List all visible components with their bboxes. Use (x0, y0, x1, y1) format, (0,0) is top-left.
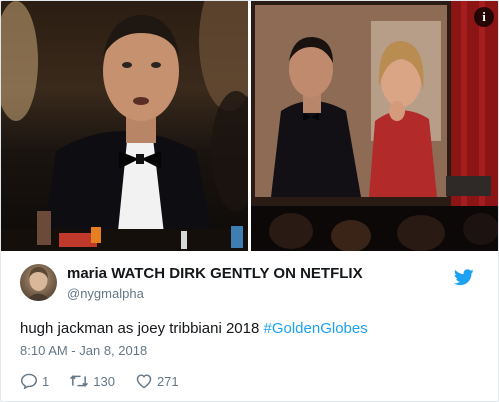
hugh-jackman-photo (1, 1, 248, 251)
tweet-actions: 1 130 271 (20, 371, 199, 391)
tweet-card[interactable]: i maria WATCH DIRK GENTLY ON NETFLIX @ny… (0, 0, 499, 402)
info-icon[interactable]: i (474, 7, 494, 27)
hashtag-link[interactable]: #GoldenGlobes (264, 320, 368, 337)
tweet-text: hugh jackman as joey tribbiani 2018 #Gol… (20, 320, 368, 337)
joey-rachel-screen-photo (251, 1, 498, 251)
retweet-button[interactable]: 130 (69, 373, 115, 389)
avatar-image (26, 267, 51, 301)
display-name[interactable]: maria WATCH DIRK GENTLY ON NETFLIX (67, 265, 363, 282)
reply-count: 1 (42, 373, 50, 389)
media-photo-right[interactable]: i (251, 1, 498, 251)
tweet-timestamp[interactable]: 8:10 AM - Jan 8, 2018 (20, 343, 147, 358)
like-count: 271 (156, 373, 179, 389)
tweet-media[interactable]: i (1, 1, 498, 251)
reply-button[interactable]: 1 (20, 373, 49, 389)
retweet-icon (70, 375, 89, 387)
avatar[interactable] (20, 264, 57, 301)
heart-icon (136, 374, 152, 389)
twitter-bird-icon[interactable] (454, 269, 474, 286)
tweet-text-body: hugh jackman as joey tribbiani 2018 (20, 320, 264, 337)
retweet-count: 130 (93, 373, 115, 389)
media-photo-left[interactable] (1, 1, 248, 251)
like-button[interactable]: 271 (135, 373, 179, 389)
reply-icon (20, 373, 38, 389)
username[interactable]: @nygmalpha (67, 286, 144, 301)
